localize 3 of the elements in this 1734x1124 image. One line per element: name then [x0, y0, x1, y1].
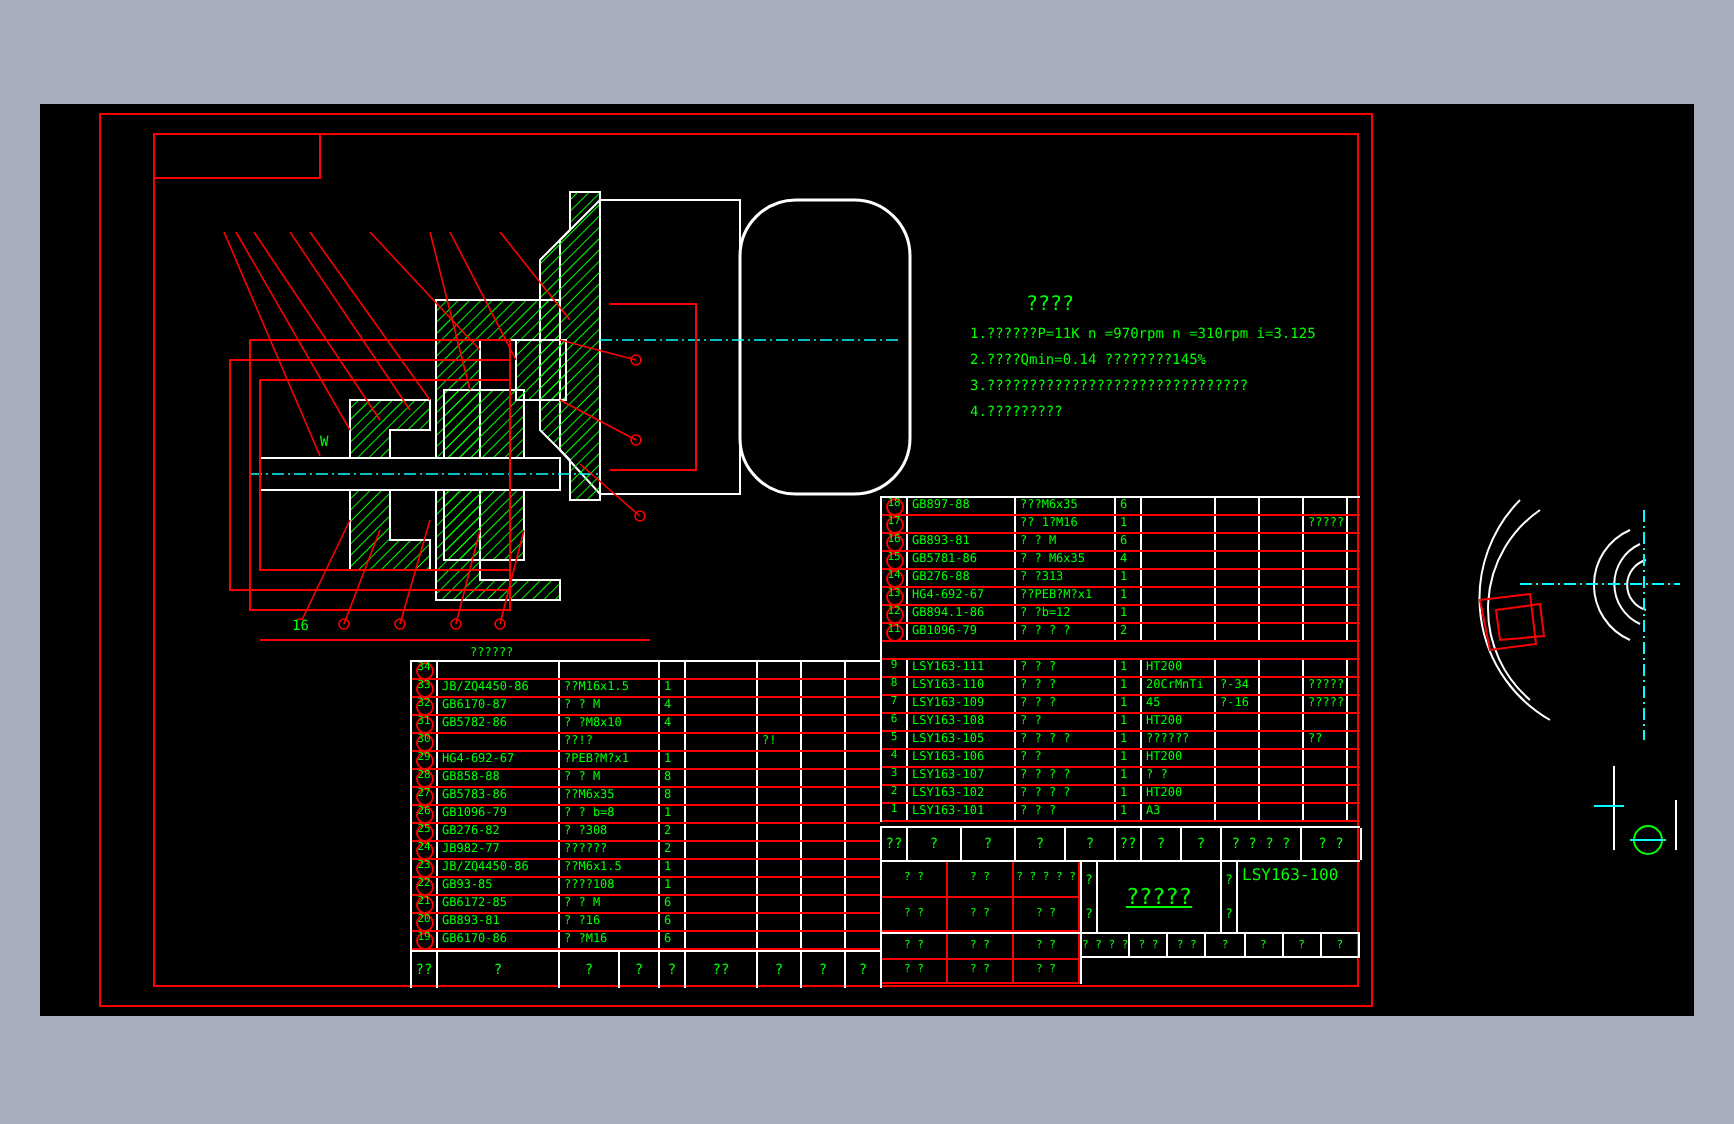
notes-title: ???? — [1026, 296, 1077, 316]
drawing-title: ????? — [1125, 886, 1193, 908]
drawing-number: LSY163-100 — [1242, 868, 1339, 884]
